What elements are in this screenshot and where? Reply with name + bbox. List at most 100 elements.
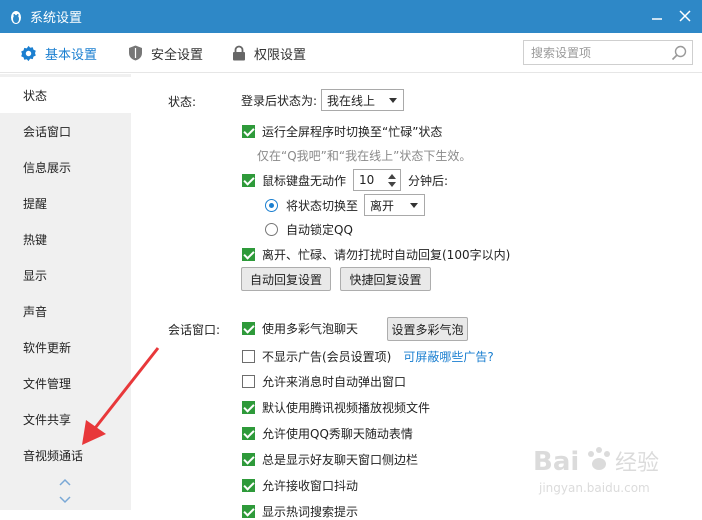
tencent-video-row[interactable]: 默认使用腾讯视频播放视频文件 <box>242 399 430 416</box>
no-ads-row: 不显示广告(会员设置项) 可屏蔽哪些广告? <box>242 348 494 365</box>
idle-minutes-value: 10 <box>359 173 375 187</box>
no-ads-checkbox[interactable] <box>242 350 255 363</box>
chevron-down-icon <box>389 98 398 103</box>
login-status-select[interactable]: 我在线上 <box>321 89 405 111</box>
fullscreen-busy-checkbox[interactable] <box>242 125 255 138</box>
qq-show-row[interactable]: 允许使用QQ秀聊天随动表情 <box>242 425 413 442</box>
sidebar-item-hotkeys[interactable]: 热键 <box>0 221 131 257</box>
window-title: 系统设置 <box>30 11 83 26</box>
sidebar-item-sound[interactable]: 声音 <box>0 293 131 329</box>
sidebar-item-display[interactable]: 显示 <box>0 257 131 293</box>
blockable-ads-link[interactable]: 可屏蔽哪些广告? <box>403 348 493 365</box>
switch-to-select[interactable]: 离开 <box>364 194 426 216</box>
auto-popup-checkbox[interactable] <box>242 375 255 388</box>
switch-to-label: 将状态切换至 <box>286 198 359 213</box>
sidebar-item-label: 热键 <box>23 232 48 247</box>
auto-reply-row[interactable]: 离开、忙碌、请勿打扰时自动回复(100字以内) <box>242 246 510 263</box>
sidebar-item-label: 声音 <box>23 304 48 319</box>
fullscreen-busy-row[interactable]: 运行全屏程序时切换至“忙碌”状态 <box>242 123 442 140</box>
tab-label: 安全设置 <box>151 47 204 63</box>
svg-text:jingyan.baidu.com: jingyan.baidu.com <box>538 481 650 495</box>
chevron-down-icon <box>59 496 71 504</box>
sidebar-item-label: 状态 <box>23 88 48 103</box>
close-button[interactable] <box>676 7 694 25</box>
gear-icon <box>20 45 37 62</box>
window-shake-row[interactable]: 允许接收窗口抖动 <box>242 477 358 494</box>
minimize-button[interactable] <box>648 7 666 25</box>
auto-lock-radio[interactable] <box>265 223 278 236</box>
bubble-checkbox[interactable] <box>242 322 255 335</box>
qq-show-label: 允许使用QQ秀聊天随动表情 <box>262 427 413 441</box>
sidebar-item-label: 软件更新 <box>23 340 72 355</box>
tencent-video-checkbox[interactable] <box>242 401 255 414</box>
sidebar-always-row[interactable]: 总是显示好友聊天窗口侧边栏 <box>242 451 418 468</box>
search-input[interactable] <box>531 45 666 60</box>
sidebar-item-label: 提醒 <box>23 196 48 211</box>
auto-lock-row[interactable]: 自动锁定QQ <box>265 221 353 238</box>
sidebar-always-label: 总是显示好友聊天窗口侧边栏 <box>262 453 419 467</box>
chevron-up-icon <box>59 478 71 486</box>
baidu-paw-icon: Bai 经验 jingyan.baidu.com <box>533 447 659 495</box>
idle-minutes-stepper[interactable]: 10 <box>353 169 402 191</box>
window-shake-label: 允许接收窗口抖动 <box>262 479 359 493</box>
section-label-chat: 会话窗口: <box>168 323 221 337</box>
auto-popup-label: 允许来消息时自动弹出窗口 <box>262 375 407 389</box>
switch-status-radio[interactable] <box>265 198 278 212</box>
sidebar-item-chat-window[interactable]: 会话窗口 <box>0 113 131 149</box>
tencent-video-label: 默认使用腾讯视频播放视频文件 <box>262 401 431 415</box>
section-label-status: 状态: <box>168 95 197 109</box>
shield-icon <box>128 45 143 61</box>
hotword-checkbox[interactable] <box>242 505 255 518</box>
sidebar-item-label: 文件管理 <box>23 376 72 391</box>
sidebar-item-label: 显示 <box>23 268 48 283</box>
title-bar: 系统设置 <box>0 0 702 33</box>
sidebar-item-label: 会话窗口 <box>23 124 72 139</box>
fullscreen-hint: 仅在“Q我吧”和“我在线上”状态下生效。 <box>257 149 472 163</box>
search-icon[interactable] <box>671 45 687 61</box>
sidebar-scroll-arrows[interactable] <box>58 476 72 506</box>
bubble-label: 使用多彩气泡聊天 <box>262 322 359 336</box>
idle-row: 鼠标键盘无动作 10 分钟后: <box>242 169 448 191</box>
tab-label: 权限设置 <box>254 47 307 63</box>
close-icon <box>679 10 691 22</box>
qq-show-checkbox[interactable] <box>242 427 255 440</box>
hotword-row[interactable]: 显示热词搜索提示 <box>242 503 358 520</box>
minimize-icon <box>652 18 662 20</box>
stepper-up-icon[interactable] <box>388 174 397 179</box>
tab-basic-settings[interactable]: 基本设置 <box>20 33 97 73</box>
sidebar-item-reminder[interactable]: 提醒 <box>0 185 131 221</box>
login-status-row: 登录后状态为: 我在线上 <box>241 89 405 111</box>
settings-tabbar: 基本设置 安全设置 权限设置 <box>0 33 702 73</box>
lock-icon <box>232 45 246 61</box>
login-status-value: 我在线上 <box>327 93 376 108</box>
switch-to-value: 离开 <box>370 198 395 213</box>
no-ads-label: 不显示广告(会员设置项) <box>262 350 392 364</box>
bubble-settings-button[interactable]: 设置多彩气泡 <box>387 317 468 341</box>
bubble-row: 使用多彩气泡聊天 <box>242 320 358 337</box>
tab-permission-settings[interactable]: 权限设置 <box>232 33 306 73</box>
sidebar-item-status[interactable]: 状态 <box>0 77 131 113</box>
annotation-arrow-icon <box>82 347 160 445</box>
auto-lock-label: 自动锁定QQ <box>286 223 353 237</box>
baidu-watermark: Bai 经验 jingyan.baidu.com <box>533 440 673 500</box>
switch-to-row: 将状态切换至 离开 <box>265 194 426 216</box>
tab-security-settings[interactable]: 安全设置 <box>128 33 203 73</box>
quick-reply-settings-button[interactable]: 快捷回复设置 <box>340 267 431 291</box>
tab-label: 基本设置 <box>45 47 98 63</box>
sidebar-always-checkbox[interactable] <box>242 453 255 466</box>
window-shake-checkbox[interactable] <box>242 479 255 492</box>
auto-popup-row[interactable]: 允许来消息时自动弹出窗口 <box>242 373 406 390</box>
auto-reply-settings-button[interactable]: 自动回复设置 <box>241 267 331 291</box>
sidebar-item-info-display[interactable]: 信息展示 <box>0 149 131 185</box>
qq-penguin-icon <box>11 10 21 24</box>
login-status-label: 登录后状态为: <box>241 93 318 108</box>
search-box[interactable] <box>523 40 693 65</box>
idle-prefix-label: 鼠标键盘无动作 <box>262 173 347 188</box>
hotword-label: 显示热词搜索提示 <box>262 505 359 519</box>
sidebar-item-label: 文件共享 <box>23 412 72 427</box>
stepper-down-icon[interactable] <box>388 182 397 187</box>
idle-checkbox[interactable] <box>242 173 255 187</box>
svg-text:Bai: Bai <box>533 447 579 477</box>
chevron-down-icon <box>410 203 419 208</box>
auto-reply-checkbox[interactable] <box>242 248 255 261</box>
